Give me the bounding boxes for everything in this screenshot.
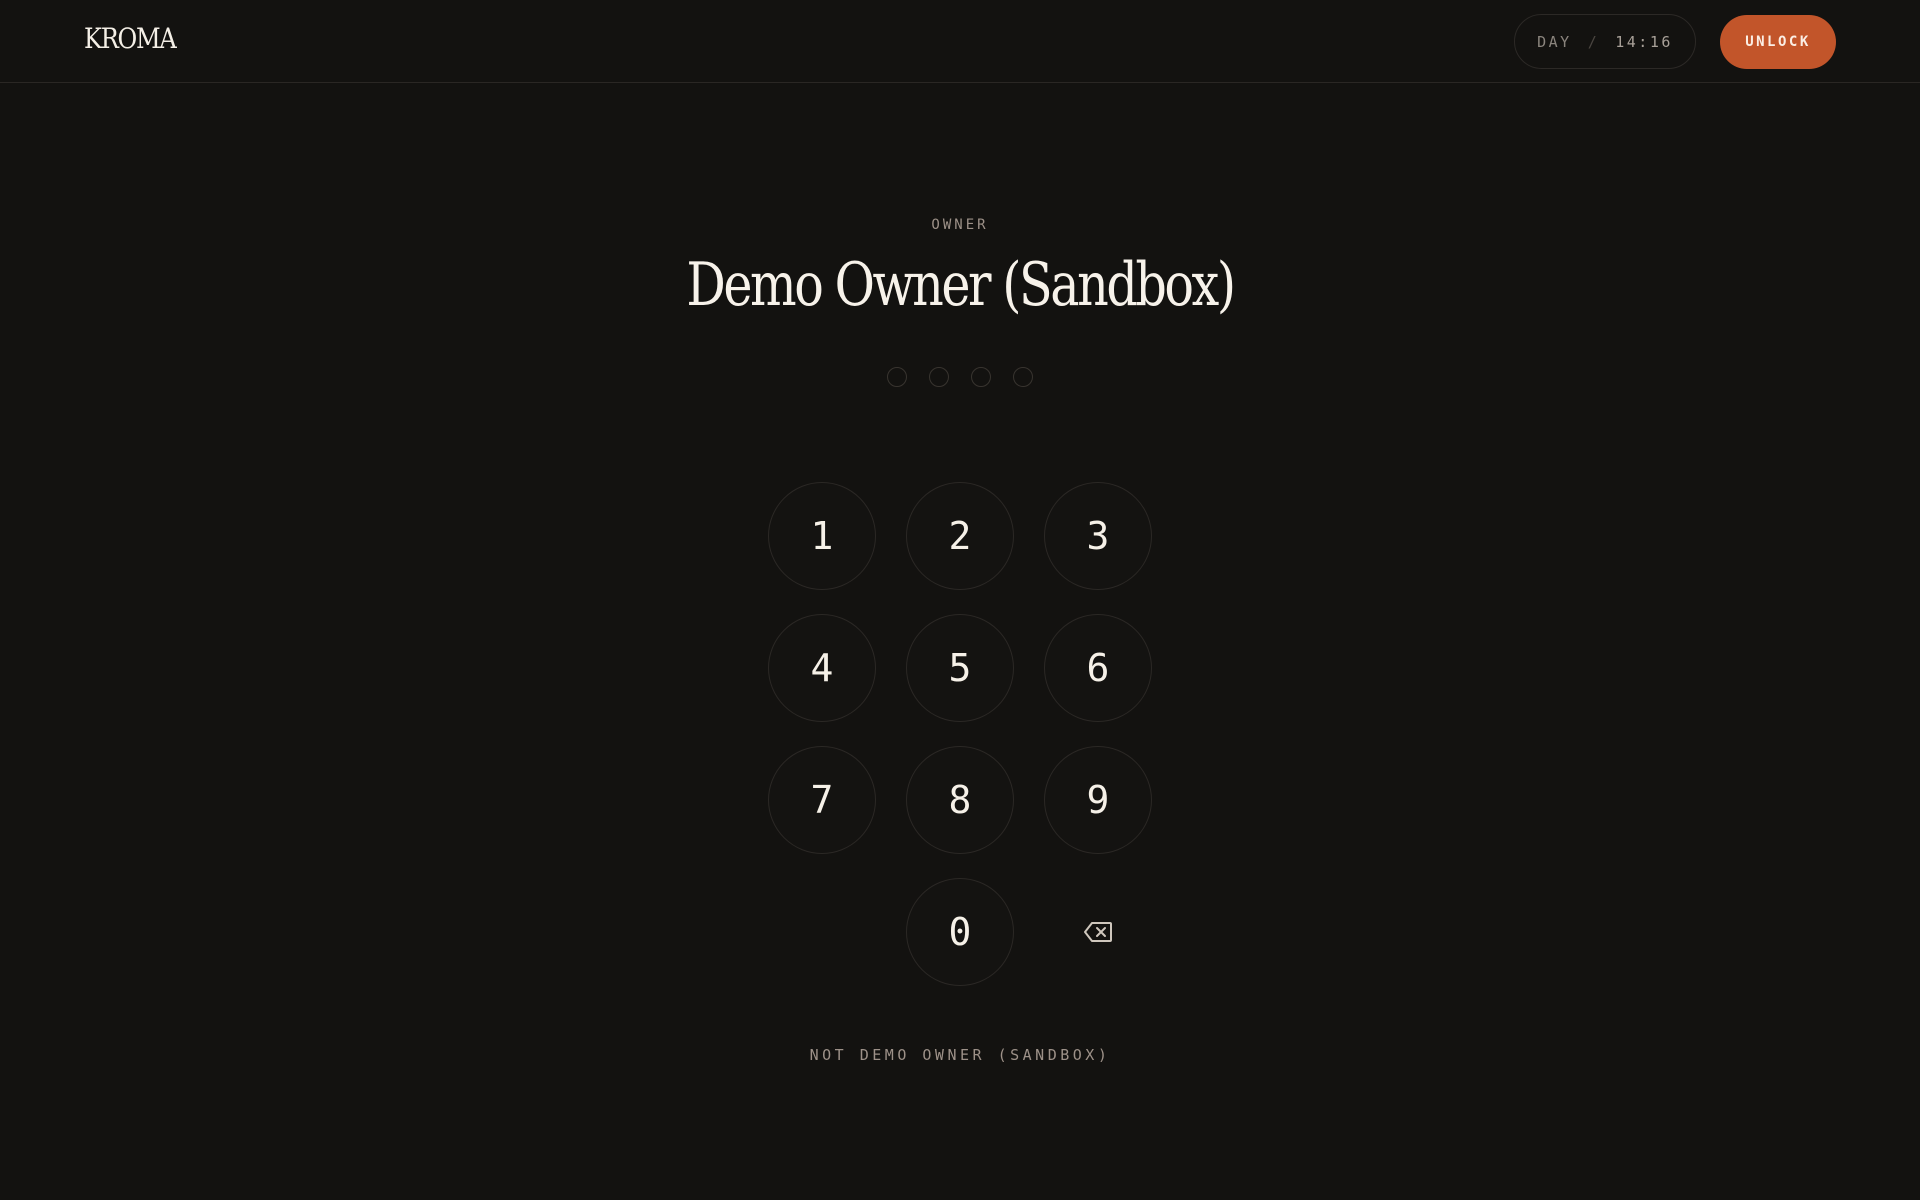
- pin-dot: [929, 367, 949, 387]
- keypad-key-8[interactable]: 8: [906, 746, 1014, 854]
- keypad-key-1[interactable]: 1: [768, 482, 876, 590]
- backspace-button[interactable]: [1044, 878, 1152, 986]
- keypad-key-9[interactable]: 9: [1044, 746, 1152, 854]
- pin-dot: [971, 367, 991, 387]
- day-mode-label: DAY: [1537, 32, 1572, 51]
- keypad-key-0[interactable]: 0: [906, 878, 1014, 986]
- keypad-key-2[interactable]: 2: [906, 482, 1014, 590]
- pin-dot: [887, 367, 907, 387]
- top-bar: KROMA DAY / 14:16 UNLOCK: [0, 0, 1920, 83]
- clock-separator: /: [1587, 32, 1600, 51]
- keypad-key-5[interactable]: 5: [906, 614, 1014, 722]
- keypad-key-6[interactable]: 6: [1044, 614, 1152, 722]
- unlock-button[interactable]: UNLOCK: [1720, 15, 1836, 69]
- day-time-indicator: DAY / 14:16: [1514, 14, 1696, 69]
- kroma-logo: KROMA: [84, 22, 177, 55]
- role-label: OWNER: [931, 217, 989, 233]
- backspace-icon: [1084, 922, 1112, 942]
- pin-indicator: [0, 367, 1920, 387]
- pin-dot: [1013, 367, 1033, 387]
- not-user-link[interactable]: NOT DEMO OWNER (SANDBOX): [0, 1046, 1920, 1064]
- clock-time: 14:16: [1615, 32, 1673, 51]
- keypad-key-7[interactable]: 7: [768, 746, 876, 854]
- owner-name-title: Demo Owner (Sandbox): [686, 250, 1236, 320]
- keypad-key-4[interactable]: 4: [768, 614, 876, 722]
- keypad-key-3[interactable]: 3: [1044, 482, 1152, 590]
